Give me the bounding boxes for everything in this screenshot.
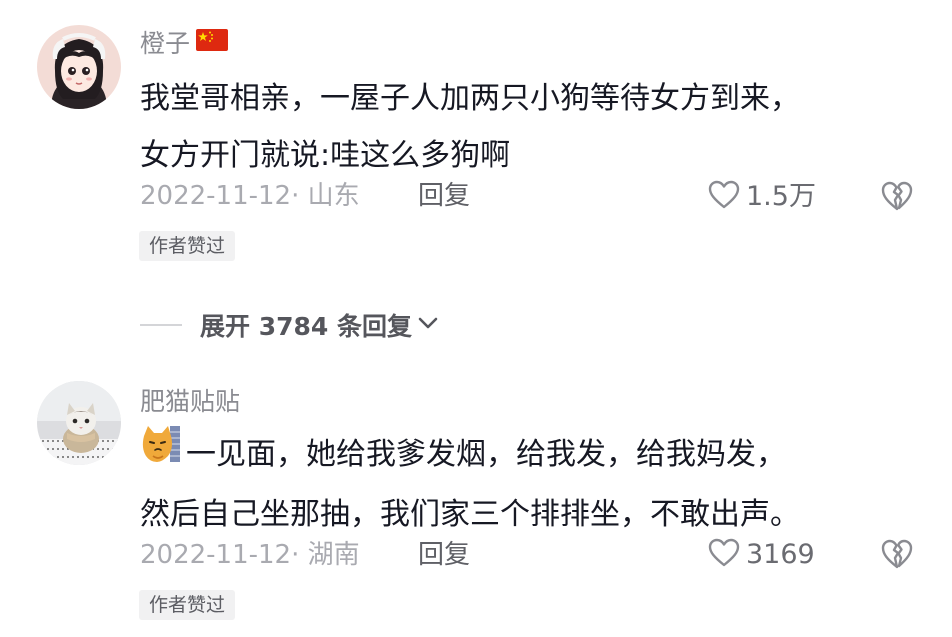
comment-text: 我堂哥相亲，一屋子人加两只小狗等待女方到来， 女方开门就说:哇这么多狗啊 — [140, 70, 800, 184]
like-button[interactable]: 3169 — [708, 538, 815, 572]
comment-text: 一见面，她给我爹发烟，给我发，给我妈发， 然后自己坐那抽，我们家三个排排坐，不敢… — [140, 422, 800, 543]
like-count: 3169 — [746, 539, 815, 570]
dislike-button[interactable] — [880, 538, 914, 572]
comment-text-segment: 一见面，她给我爹发烟，给我发，给我妈发， — [186, 437, 786, 472]
heart-icon — [708, 538, 740, 572]
like-count: 1.5万 — [746, 181, 816, 212]
comment-username[interactable]: 橙子 — [140, 28, 229, 60]
avatar[interactable] — [37, 25, 121, 109]
heart-icon — [708, 180, 740, 214]
comment-date-location: 2022-11-12· 湖南 — [140, 540, 360, 570]
author-liked-badge: 作者赞过 — [139, 590, 236, 620]
chevron-down-icon — [416, 313, 440, 337]
comment-text-line: 女方开门就说:哇这么多狗啊 — [140, 138, 511, 173]
expand-replies-button[interactable]: 展开 3784 条回复 — [140, 305, 440, 345]
avatar[interactable] — [37, 381, 121, 465]
comment-date-location: 2022-11-12· 山东 — [140, 181, 360, 211]
author-liked-badge: 作者赞过 — [139, 231, 236, 261]
comment-text-line: 然后自己坐那抽，我们家三个排排坐，不敢出声。 — [140, 497, 800, 532]
comment-text-line: 一见面，她给我爹发烟，给我发，给我妈发， — [140, 422, 800, 486]
divider — [140, 324, 182, 326]
reply-button[interactable]: 回复 — [418, 180, 470, 212]
china-flag-icon — [196, 28, 229, 58]
like-button[interactable]: 1.5万 — [708, 180, 816, 214]
comment-text-line: 我堂哥相亲，一屋子人加两只小狗等待女方到来， — [140, 81, 800, 116]
dislike-button[interactable] — [880, 180, 914, 214]
broken-heart-icon — [880, 181, 914, 216]
broken-heart-icon — [880, 539, 914, 574]
reply-button[interactable]: 回复 — [418, 539, 470, 571]
expand-replies-label: 展开 3784 条回复 — [200, 312, 412, 341]
comment-username[interactable]: 肥猫贴贴 — [140, 387, 240, 417]
cat-emoji-icon — [140, 422, 182, 483]
